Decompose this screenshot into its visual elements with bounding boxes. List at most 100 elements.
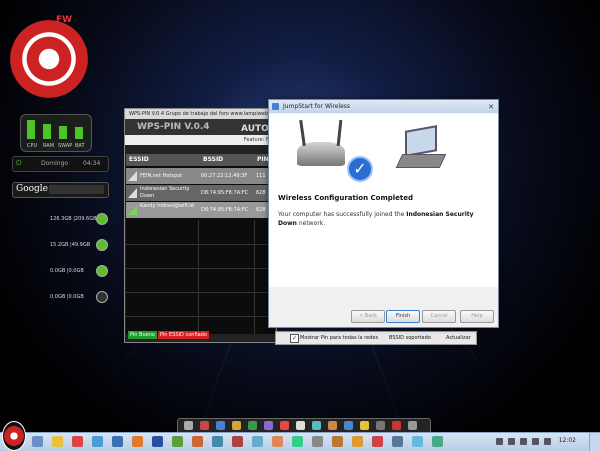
dock-app-icon[interactable] [216,421,225,430]
drive-icon[interactable] [96,213,108,225]
taskbar-app-icon[interactable] [412,436,423,447]
cell-pin: 628 [256,190,266,196]
dock-app-icon[interactable] [408,421,417,430]
taskbar-app-icon[interactable] [252,436,263,447]
taskbar-app-icon[interactable] [332,436,343,447]
col-bssid[interactable]: BSSID [201,154,255,166]
cell-essid: FEIN.net Hotspot [140,173,183,179]
cell-pin: 628 [256,207,266,213]
drive-usage-2: 15.2GB |49.9GB [50,242,91,248]
taskbar-app-icon[interactable] [432,436,443,447]
tray-icon[interactable] [496,438,503,445]
dialog-titlebar[interactable]: JumpStart for Wireless ✕ [269,100,498,113]
taskbar: 12:02 [0,421,600,451]
grid-line [126,244,275,245]
system-meter-gadget: CPU RAM SWAP BAT [20,114,92,152]
back-button[interactable]: < Back [351,310,385,323]
dock-app-icon[interactable] [392,421,401,430]
dock-app-icon[interactable] [360,421,369,430]
logo-text: FW [56,15,73,25]
show-desktop-button[interactable] [589,433,600,451]
app-icon [272,103,279,110]
show-pin-checkbox[interactable]: ✓ [290,334,299,343]
dock-app-icon[interactable] [312,421,321,430]
taskbar-app-icon[interactable] [192,436,203,447]
wps-auto-label: AUTO [241,124,269,134]
dock-app-icon[interactable] [328,421,337,430]
google-search-gadget[interactable]: Google [12,182,109,198]
dock-app-icon[interactable] [296,421,305,430]
pin-good-badge: Pin Bueno [128,331,157,339]
wps-options-bar: ✓ Mostrar Pin para todas la redes BSSID … [275,331,477,345]
update-button[interactable]: Actualizar [446,332,471,344]
taskbar-app-icon[interactable] [92,436,103,447]
dock-app-icon[interactable] [200,421,209,430]
bat-bar [75,127,83,139]
search-input[interactable] [49,185,104,194]
table-row[interactable]: Indonesian Security Down D8:74:95:F8:7A:… [126,185,275,201]
wps-banner: WPS-PIN V.0.4 AUTO [125,119,276,135]
taskbar-app-icon[interactable] [152,436,163,447]
cpu-label: CPU [27,143,38,149]
finish-button[interactable]: Finish [386,310,420,323]
taskbar-app-icon[interactable] [232,436,243,447]
dock-app-icon[interactable] [264,421,273,430]
table-row[interactable]: FEIN.net Hotspot 00:27:22:12:49:3F 111 [126,168,275,184]
network-tray-icon[interactable] [520,438,527,445]
dialog-buttons: < Back Finish Cancel Help [269,289,498,325]
help-button[interactable]: Help [460,310,494,323]
laptop-icon [395,125,447,174]
clock-gadget: ⏻ Domingo 04:34 [12,156,109,172]
drive-icon[interactable] [96,239,108,251]
col-essid[interactable]: ESSID [126,154,201,166]
drive-usage-1: 126.3GB |209.6GB [50,216,97,222]
tray-icon[interactable] [508,438,515,445]
wifi-signal-icon [128,171,137,181]
taskbar-app-icon[interactable] [312,436,323,447]
wps-network-table: ESSID BSSID PIN FEIN.net Hotspot 00:27:2… [126,154,277,334]
drive-icon[interactable] [96,291,108,303]
wifi-signal-icon [128,188,137,198]
dock-app-icon[interactable] [376,421,385,430]
pin-essid-badge: Pin ESSID confiado [158,331,209,339]
taskbar-app-icon[interactable] [112,436,123,447]
google-brand: Google [16,184,48,194]
taskbar-app-icon[interactable] [392,436,403,447]
taskbar-app-icon[interactable] [72,436,83,447]
taskbar-app-icon[interactable] [352,436,363,447]
taskbar-app-icon[interactable] [272,436,283,447]
router-icon [297,119,345,166]
swap-bar [59,126,67,139]
dock-app-icon[interactable] [344,421,353,430]
drive-icon[interactable] [96,265,108,277]
taskbar-app-icon[interactable] [32,436,43,447]
close-icon[interactable]: ✕ [486,101,496,111]
dock-app-icon[interactable] [280,421,289,430]
cell-essid: Kandy hidrasi@wifi.id [140,203,194,209]
taskbar-app-icon[interactable] [172,436,183,447]
dialog-title: JumpStart for Wireless [283,103,351,110]
cell-bssid: D8:74:95:F8:7A:FC [201,190,249,196]
drive-usage-3: 0.0GB |0.0GB [50,268,84,274]
power-icon[interactable]: ⏻ [16,159,22,168]
cell-bssid: 00:27:22:12:49:3F [201,173,248,179]
swap-label: SWAP [58,143,73,149]
volume-tray-icon[interactable] [532,438,539,445]
taskbar-app-icon[interactable] [132,436,143,447]
tray-icon[interactable] [544,438,551,445]
taskbar-clock[interactable]: 12:02 [559,437,576,444]
show-pin-label: Mostrar Pin para todas la redes [300,335,379,341]
wifi-signal-icon [128,205,137,215]
dock-app-icon[interactable] [248,421,257,430]
bssid-supported-label: BSSID soportado [389,335,431,341]
dock-app-icon[interactable] [232,421,241,430]
taskbar-app-icon[interactable] [212,436,223,447]
taskbar-app-icon[interactable] [292,436,303,447]
cancel-button[interactable]: Cancel [422,310,456,323]
dock-app-icon[interactable] [184,421,193,430]
start-button[interactable] [2,421,26,451]
jumpstart-dialog: JumpStart for Wireless ✕ ✓ Wireless Conf… [268,99,499,328]
table-row[interactable]: Kandy hidrasi@wifi.id D8:74:95:F8:7A:FC … [126,202,275,218]
taskbar-app-icon[interactable] [52,436,63,447]
taskbar-app-icon[interactable] [372,436,383,447]
